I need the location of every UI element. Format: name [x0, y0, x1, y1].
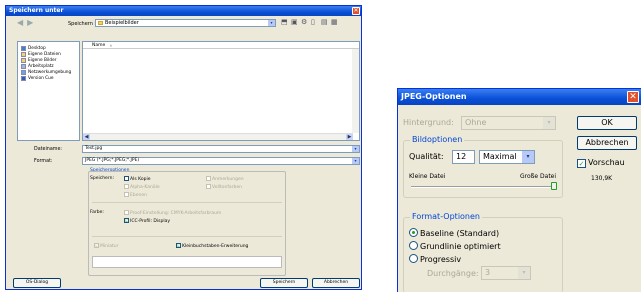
scroll-left-icon[interactable]: ◀ — [83, 134, 90, 140]
new-folder-icon[interactable]: ▣ — [291, 19, 298, 26]
kleine-datei-label: Kleine Datei — [409, 173, 446, 180]
hintergrund-label: Hintergrund: — [403, 118, 454, 127]
save-dialog-close-button[interactable]: ✕ — [352, 7, 360, 15]
format-dropdown[interactable]: JPEG (*.JPG;*.JPEG;*.JPE) ▾ — [82, 157, 360, 165]
sort-icon: ▲ — [109, 43, 113, 47]
grosse-datei-label: Große Datei — [520, 173, 557, 180]
chevron-down-icon: ▾ — [352, 158, 359, 164]
cancel-button[interactable]: Abbrechen — [312, 278, 360, 288]
view-menu-icon[interactable]: ▤ — [321, 19, 328, 26]
qualitaet-label: Qualität: — [409, 152, 444, 161]
cancel-button[interactable]: Abbrechen — [577, 136, 637, 150]
save-as-dialog: Speichern unter ✕ ◀ ▶ Speichern in: Beis… — [5, 5, 362, 290]
save-button[interactable]: Speichern — [260, 278, 308, 288]
chevron-down-icon: ▾ — [522, 151, 534, 163]
qualitaet-preset-dropdown[interactable]: Maximal ▾ — [479, 150, 535, 164]
ebenen-checkbox: Ebenen — [124, 192, 147, 198]
os-dialog-button[interactable]: OS-Dialog — [13, 278, 61, 288]
proof-checkbox: Proof-Einstellung: CMYK-Arbeitsfarbraum — [124, 210, 221, 216]
save-dialog-titlebar: Speichern unter ✕ — [6, 6, 361, 16]
save-in-value: Beispielbilder — [105, 20, 139, 26]
kleinbuchstaben-checkbox[interactable]: ☑Kleinbuchstaben-Erweiterung — [176, 243, 248, 249]
status-area — [92, 256, 282, 268]
network-icon — [21, 69, 26, 75]
durchgaenge-dropdown: 3 ▾ — [481, 266, 531, 280]
save-dialog-title: Speichern unter — [9, 7, 64, 14]
farbe-label: Farbe: — [90, 210, 104, 215]
baseline-radio[interactable]: Baseline (Standard) — [409, 228, 499, 238]
back-icon[interactable]: ◀ — [17, 18, 23, 27]
bildoptionen-title: Bildoptionen — [410, 135, 465, 144]
version-cue-icon — [21, 75, 26, 81]
bildoptionen-group: Bildoptionen — [403, 135, 563, 198]
folder-icon — [98, 21, 103, 25]
close-icon: ✕ — [629, 92, 637, 102]
ok-button[interactable]: OK — [577, 116, 637, 130]
documents-icon — [21, 51, 26, 57]
place-version-cue[interactable]: Version Cue — [21, 75, 79, 81]
file-list[interactable]: Name ▲ ◀ ▶ — [82, 41, 360, 141]
miniatur-checkbox: ☑Miniatur — [94, 243, 119, 249]
jpeg-options-dialog: JPEG-Optionen ✕ Hintergrund: Ohne ▾ Bild… — [397, 88, 641, 292]
file-size-readout: 130,9K — [591, 175, 613, 182]
desktop-icon — [21, 45, 26, 51]
format-label: Format: — [34, 159, 53, 164]
volltonfarben-checkbox: Volltonfarben — [206, 184, 242, 190]
chevron-down-icon: ▾ — [518, 267, 530, 279]
options-divider-2 — [92, 236, 282, 237]
chevron-down-icon: ▾ — [268, 20, 275, 26]
speichern-label: Speichern: — [90, 176, 114, 181]
tools-menu-icon[interactable]: ▦ — [331, 19, 338, 26]
filename-label: Dateiname: — [34, 147, 63, 152]
forward-icon[interactable]: ▶ — [27, 18, 33, 27]
file-list-horizontal-scrollbar[interactable]: ◀ ▶ — [83, 133, 353, 140]
progressiv-radio[interactable]: Progressiv — [409, 254, 461, 264]
close-icon: ✕ — [353, 7, 359, 14]
save-in-dropdown[interactable]: Beispielbilder ▾ — [95, 19, 276, 27]
chevron-down-icon: ▾ — [543, 117, 555, 129]
toolbar-icons: ⬒ ▣ ⚙ ▯ ▤ ▦ — [281, 19, 338, 26]
filename-input[interactable]: Test.jpg ▾ — [82, 145, 360, 153]
als-kopie-checkbox[interactable]: Als Kopie — [124, 176, 150, 182]
grundlinie-radio[interactable]: Grundlinie optimiert — [409, 241, 501, 251]
alpha-kanaele-checkbox: Alpha-Kanäle — [124, 184, 160, 190]
jpeg-dialog-title: JPEG-Optionen — [401, 92, 467, 101]
quality-slider-track[interactable] — [411, 186, 557, 188]
nav-arrows: ◀ ▶ — [17, 18, 33, 27]
pictures-icon — [21, 57, 26, 63]
settings-icon[interactable]: ⚙ — [301, 19, 308, 26]
up-folder-icon[interactable]: ⬒ — [281, 19, 288, 26]
durchgaenge-label: Durchgänge: — [427, 269, 479, 278]
options-divider — [92, 202, 282, 203]
format-optionen-title: Format-Optionen — [410, 212, 482, 221]
anmerkungen-checkbox: Anmerkungen — [206, 176, 244, 182]
qualitaet-input[interactable]: 12 — [452, 150, 475, 164]
column-header-name[interactable]: Name ▲ — [83, 42, 359, 49]
icc-profile-checkbox[interactable]: ☑ICC-Profil: Display — [124, 218, 170, 224]
jpeg-dialog-titlebar: JPEG-Optionen ✕ — [398, 89, 641, 105]
file-list-vertical-scrollbar[interactable] — [352, 49, 359, 133]
place-netzwerkumgebung[interactable]: Netzwerkumgebung — [21, 69, 79, 75]
quality-slider-thumb[interactable] — [551, 182, 557, 190]
trash-icon[interactable]: ▯ — [311, 19, 318, 26]
places-bar: Desktop Eigene Dateien Eigene Bilder Arb… — [17, 41, 80, 141]
chevron-down-icon: ▾ — [352, 146, 359, 152]
hintergrund-dropdown: Ohne ▾ — [461, 116, 556, 130]
computer-icon — [21, 63, 26, 69]
scroll-right-icon[interactable]: ▶ — [346, 134, 353, 140]
jpeg-dialog-close-button[interactable]: ✕ — [627, 91, 639, 103]
vorschau-checkbox[interactable]: ✓ Vorschau — [577, 158, 625, 168]
